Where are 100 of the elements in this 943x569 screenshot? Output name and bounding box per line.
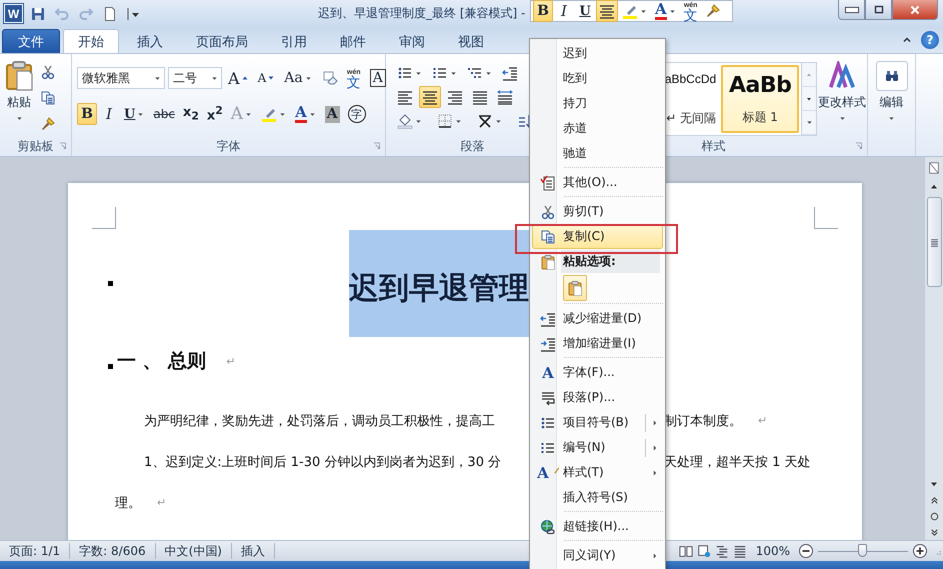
paragraph-lines-icon [540,390,556,406]
grow-font-button[interactable]: A [225,67,252,89]
web-page-icon [696,544,711,558]
change-case-button[interactable]: Aa [281,67,316,89]
menu-item[interactable]: 其他(O)... [532,170,663,195]
status-item[interactable]: 页面: 1/1 [0,543,70,559]
underline-button[interactable]: U [575,0,595,22]
two-pages-icon [540,228,556,244]
menu-item[interactable]: A 字体(F)... [532,360,663,385]
body-text: 理。 [115,494,141,512]
section-heading: 一 、 总则 [117,349,206,374]
align-center-icon [422,89,438,105]
bold-button[interactable]: B [533,0,553,22]
zoom-thumb[interactable] [858,544,867,557]
change-styles-button[interactable]: 更改样式 [817,54,867,136]
menu-item[interactable]: A 样式(T) [532,460,663,485]
blank-page-icon [102,6,118,22]
window-title: 迟到、早退管理制度_最终 [兼容模式] - [318,5,526,22]
style-option[interactable]: AaBb 标题 1 [721,65,800,133]
ribbon-tab[interactable]: 邮件 [325,29,381,53]
return-mark: ↵ [157,496,166,509]
ribbon-tab[interactable]: 插入 [122,29,178,53]
status-item[interactable]: 插入 [232,543,275,559]
triangle-down-icon [267,74,276,82]
bullet-list-icon [397,65,413,81]
dialog-launcher-icon [854,141,864,151]
align-center-button[interactable] [419,86,441,108]
outdent-icon [502,65,518,81]
outline-lines-icon [714,544,729,558]
group-label: 字体 [216,138,240,154]
menu-item[interactable]: 插入符号(S) [532,485,663,510]
menu-item[interactable]: 迟到 [532,41,663,66]
return-mark: ↵ [758,414,768,427]
scroll-thumb[interactable] [926,197,942,287]
two-pages-icon [40,90,56,106]
bold-button[interactable]: B [77,103,97,125]
zoom-out-button[interactable] [796,541,816,561]
paint-bucket-icon [397,113,413,129]
paragraph-mark-icon [108,281,113,286]
ribbon-tab[interactable]: 视图 [443,29,499,53]
distributed-lines-icon [497,89,513,105]
scissors-icon [40,64,56,80]
status-item[interactable]: 中文(中国) [156,543,232,559]
dialog-launcher-icon [372,141,382,151]
outdent-icon [540,310,556,326]
font-color-button[interactable]: A [292,103,320,125]
shrink-font-button[interactable]: A [254,67,278,89]
menu-item[interactable]: 剪切(T) [532,199,663,224]
strike-button[interactable]: abc [150,103,178,125]
superscript-button[interactable]: x$^{2}$ [204,103,226,125]
paste-button[interactable]: 粘贴 [0,54,38,136]
styled-letter-icon: A [537,464,559,482]
clipboard-icon [3,59,35,91]
menu-item[interactable]: 项目符号(B) [532,410,663,435]
minimize-button[interactable] [838,0,865,20]
highlighter-pen-icon [261,106,278,122]
subscript-button[interactable]: x$_{2}$ [180,103,202,125]
double-up-arrow-icon [928,494,940,506]
multilevel-list-icon [467,65,483,81]
ribbon-tab[interactable]: 开始 [63,29,119,53]
open-book-icon [678,544,693,558]
document-check-icon [540,174,556,190]
menu-item[interactable]: 驰道 [532,141,663,166]
font-name-field[interactable]: 微软雅黑 [77,67,165,89]
zoom-in-button[interactable] [910,541,930,561]
font-size-field[interactable]: 二号 [168,67,222,89]
menu-item[interactable]: 超链接(H)... [532,514,663,539]
italic-button[interactable]: I [99,103,119,125]
group-label: 样式 [702,138,726,154]
cross-arrows-icon [477,113,493,129]
align-center-button[interactable] [596,0,618,22]
eraser-icon [322,70,338,86]
zoom-in-icon [912,543,928,559]
close-button[interactable] [892,0,938,20]
ribbon-tab[interactable]: 引用 [266,29,322,53]
menu-item[interactable]: 段落(P)... [532,385,663,410]
menu-item[interactable]: 复制(C) [532,224,663,249]
justify-icon [472,89,488,105]
menu-item[interactable]: 编号(N) [532,435,663,460]
dotted-grid-icon [437,113,453,129]
status-item[interactable]: 字数: 8/606 [70,543,156,559]
group-label: 段落 [460,138,484,154]
highlighter-pen-icon [622,3,638,19]
editing-button[interactable]: 编辑 [872,54,910,136]
clipboard-icon [540,254,556,270]
draft-lines-icon [930,238,938,246]
file-tab[interactable]: 文件 [2,29,60,53]
ribbon-tab[interactable]: 审阅 [384,29,440,53]
underline-button[interactable]: U [121,103,148,125]
app-logo[interactable]: W [4,4,23,23]
font-color-button[interactable]: A [652,0,680,22]
zoom-level[interactable]: 100% [756,544,790,558]
ribbon-tab[interactable]: 页面布局 [181,29,263,53]
bullet-list-icon [540,414,556,430]
redo-arrow-icon [78,6,94,22]
maximize-button[interactable] [865,0,892,20]
menu-item[interactable]: 同义词(Y) [532,543,663,568]
italic-button[interactable]: I [554,0,574,22]
crop-mark [814,207,838,229]
paste-option-button[interactable] [563,275,587,301]
